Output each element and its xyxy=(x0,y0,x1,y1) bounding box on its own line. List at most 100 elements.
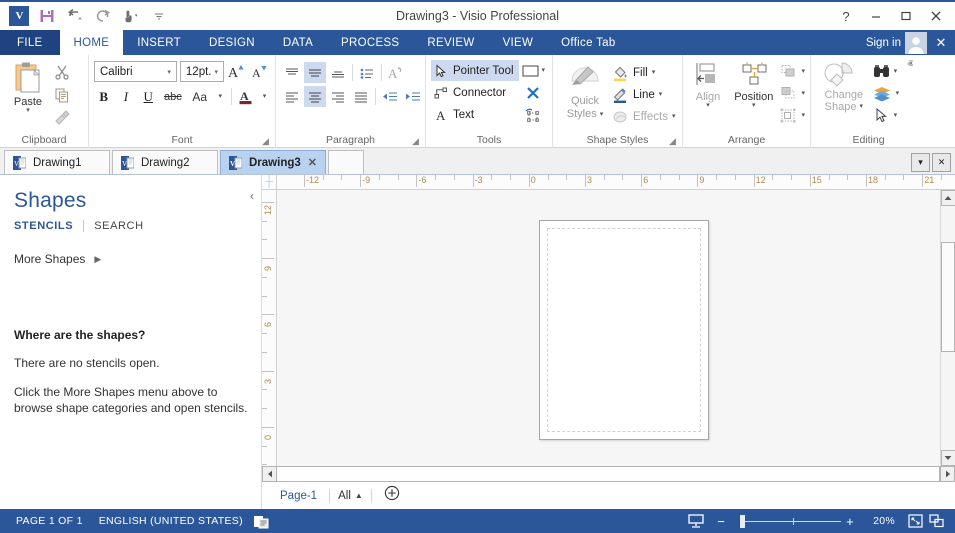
zoom-slider[interactable]: − + xyxy=(708,514,863,529)
ribbon-tab-review[interactable]: REVIEW xyxy=(413,30,488,55)
fill-button[interactable]: Fill ▾ xyxy=(612,62,675,83)
undo-icon[interactable] xyxy=(62,4,88,28)
change-shape-button[interactable]: Change Shape ▾ xyxy=(816,59,872,113)
bold-button[interactable]: B xyxy=(94,86,113,107)
chevron-down-icon[interactable]: ▾ xyxy=(859,103,863,110)
sign-in-link[interactable]: Sign in xyxy=(866,37,901,49)
change-case-caret[interactable]: ▾ xyxy=(215,86,226,107)
vertical-ruler[interactable]: 12 9 6 3 0 xyxy=(262,190,277,466)
insert-page-button[interactable] xyxy=(384,485,400,506)
vertical-scroll-thumb[interactable] xyxy=(940,242,955,352)
chevron-down-icon[interactable]: ▾ xyxy=(896,90,900,97)
pointer-tool-button[interactable]: Pointer Tool xyxy=(431,60,519,81)
language-status[interactable]: ENGLISH (UNITED STATES) xyxy=(91,515,251,527)
align-middle-button[interactable] xyxy=(304,62,326,83)
horizontal-scrollbar[interactable] xyxy=(262,466,940,482)
font-color-caret[interactable]: ▾ xyxy=(259,86,270,107)
tab-search[interactable]: SEARCH xyxy=(94,220,143,232)
shape-styles-dialog-launcher[interactable]: ◢ xyxy=(667,136,678,147)
font-name-combo[interactable]: Calibri ▾ xyxy=(94,61,177,82)
touch-mode-icon[interactable] xyxy=(118,4,144,28)
text-direction-button[interactable]: A xyxy=(385,62,407,83)
more-shapes-menu[interactable]: More Shapes ▶ xyxy=(14,252,248,266)
ruler-corner[interactable]: ┼ xyxy=(262,175,277,189)
font-dialog-launcher[interactable]: ◢ xyxy=(260,136,271,147)
document-tab-drawing2[interactable]: V Drawing2 xyxy=(112,150,218,174)
close-button[interactable] xyxy=(921,3,951,29)
ribbon-tab-home[interactable]: HOME xyxy=(59,30,124,55)
find-button[interactable]: ▾ xyxy=(872,61,900,83)
font-size-combo[interactable]: 12pt. ▾ xyxy=(179,61,224,82)
chevron-down-icon[interactable]: ▾ xyxy=(894,68,898,75)
horizontal-ruler[interactable]: ┼ -12 -9 -6 -3 0 3 6 9 12 15 18 21 xyxy=(262,175,955,190)
shrink-font-button[interactable]: A xyxy=(250,61,270,82)
ribbon-tab-insert[interactable]: INSERT xyxy=(123,30,195,55)
align-caret[interactable]: ▾ xyxy=(706,102,710,109)
send-to-back-button[interactable]: ▾ xyxy=(779,83,805,105)
fit-page-icon[interactable] xyxy=(905,511,925,531)
italic-button[interactable]: I xyxy=(116,86,135,107)
document-tab-close-button[interactable]: ✕ xyxy=(932,152,951,172)
tab-stencils[interactable]: STENCILS xyxy=(14,220,73,232)
ribbon-tab-file[interactable]: FILE xyxy=(0,30,60,55)
redo-icon[interactable] xyxy=(90,4,116,28)
document-tab-drawing3[interactable]: V Drawing3 ✕ xyxy=(220,150,326,174)
ribbon-tab-design[interactable]: DESIGN xyxy=(195,30,269,55)
align-center-button[interactable] xyxy=(304,86,326,107)
collapse-shapes-panel-button[interactable]: ‹ xyxy=(250,189,254,203)
vertical-scrollbar[interactable] xyxy=(940,190,955,466)
collapse-ribbon-button[interactable]: ⱏ xyxy=(899,59,921,74)
new-document-tab-slot[interactable] xyxy=(328,150,364,174)
paragraph-dialog-launcher[interactable]: ◢ xyxy=(410,136,421,147)
chevron-down-icon[interactable]: ▾ xyxy=(801,68,805,75)
close-document-button[interactable]: ✕ xyxy=(931,35,951,51)
pointer-tool-options-button[interactable] xyxy=(523,104,542,125)
chevron-down-icon[interactable]: ▾ xyxy=(600,111,604,118)
chevron-down-icon[interactable]: ▾ xyxy=(801,112,805,119)
paste-caret[interactable]: ▾ xyxy=(26,107,30,114)
horizontal-scroll-track[interactable] xyxy=(277,466,940,482)
layers-button[interactable]: ▾ xyxy=(872,83,900,105)
all-pages-button[interactable]: All ▲ xyxy=(330,490,371,502)
line-button[interactable]: Line ▾ xyxy=(612,84,675,105)
decrease-indent-button[interactable] xyxy=(379,86,401,107)
zoom-in-button[interactable]: + xyxy=(841,514,859,529)
help-button[interactable]: ? xyxy=(831,3,861,29)
ribbon-tab-office-tab[interactable]: Office Tab xyxy=(547,30,629,55)
group-button[interactable]: ▾ xyxy=(779,105,805,127)
document-tab-drawing1[interactable]: V Drawing1 xyxy=(4,150,110,174)
zoom-level-label[interactable]: 20% xyxy=(865,515,903,527)
delete-button[interactable] xyxy=(525,82,541,103)
close-icon[interactable]: ✕ xyxy=(308,156,317,169)
align-button[interactable]: Align ▾ xyxy=(688,59,728,109)
document-tab-menu-button[interactable]: ▾ xyxy=(911,152,930,172)
zoom-slider-track[interactable] xyxy=(745,517,842,525)
quick-styles-button[interactable]: Quick Styles ▾ xyxy=(558,59,612,121)
connector-tool-button[interactable]: Connector xyxy=(431,82,519,103)
chevron-down-icon[interactable]: ▾ xyxy=(659,91,663,98)
increase-indent-button[interactable] xyxy=(402,86,424,107)
text-tool-button[interactable]: A Text xyxy=(431,104,519,125)
position-button[interactable]: Position ▾ xyxy=(728,59,779,109)
align-right-button[interactable] xyxy=(327,86,349,107)
avatar[interactable] xyxy=(905,31,927,54)
page-tab-page-1[interactable]: Page-1 xyxy=(268,490,329,502)
grow-font-button[interactable]: A xyxy=(227,61,247,82)
underline-button[interactable]: U xyxy=(139,86,158,107)
chevron-down-icon[interactable]: ▾ xyxy=(801,90,805,97)
ribbon-tab-view[interactable]: VIEW xyxy=(489,30,548,55)
align-top-button[interactable] xyxy=(281,62,303,83)
page-count-status[interactable]: PAGE 1 OF 1 xyxy=(8,515,91,527)
align-left-button[interactable] xyxy=(281,86,303,107)
scroll-down-button[interactable] xyxy=(940,450,955,466)
paste-button[interactable]: Paste ▾ xyxy=(5,59,51,114)
macro-record-icon[interactable] xyxy=(251,511,271,531)
change-case-button[interactable]: Aa xyxy=(188,86,212,107)
copy-icon[interactable] xyxy=(51,85,73,105)
position-caret[interactable]: ▾ xyxy=(752,102,756,109)
shapes-gallery-button[interactable]: ▾ xyxy=(521,60,545,81)
chevron-down-icon[interactable]: ▾ xyxy=(672,113,676,120)
bullets-button[interactable] xyxy=(356,62,378,83)
customize-qat-icon[interactable] xyxy=(146,4,172,28)
zoom-out-button[interactable]: − xyxy=(712,514,730,529)
